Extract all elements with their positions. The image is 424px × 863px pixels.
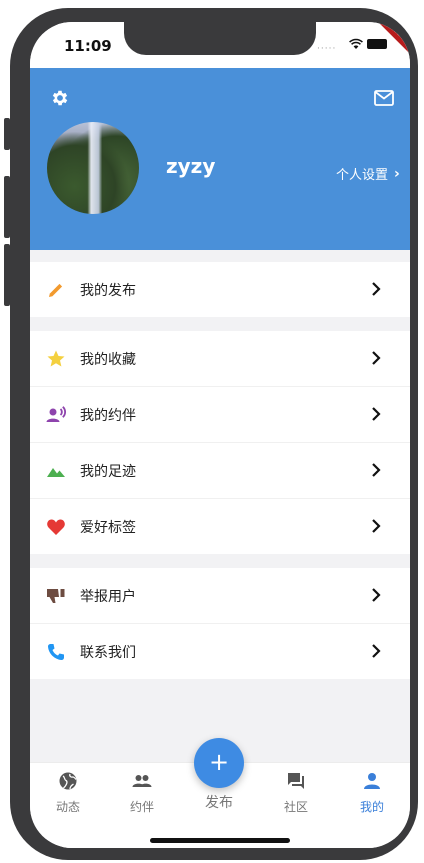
home-indicator <box>150 838 290 843</box>
tab-companion[interactable]: 约伴 <box>112 771 172 815</box>
menu-item-footprints[interactable]: 我的足迹 <box>30 443 410 499</box>
menu-item-label: 举报用户 <box>80 588 136 605</box>
menu-item-label: 爱好标签 <box>80 519 136 536</box>
status-time: 11:09 <box>64 37 112 55</box>
tab-label: 社区 <box>283 800 308 814</box>
phone-icon <box>48 644 64 660</box>
heart-icon <box>47 519 65 535</box>
forum-icon <box>288 773 304 789</box>
volume-up-button <box>4 176 10 238</box>
chevron-right-icon <box>372 588 381 602</box>
publish-fab-label: 发布 <box>205 795 233 811</box>
volume-down-button <box>4 244 10 306</box>
tab-feed[interactable]: 动态 <box>38 771 98 815</box>
menu-group-personal: 我的收藏 我的约伴 我的足迹 爱好标签 <box>30 331 410 554</box>
chevron-right-icon <box>372 282 381 296</box>
gear-icon[interactable] <box>50 88 70 108</box>
globe-icon <box>59 772 77 790</box>
menu-item-label: 联系我们 <box>80 644 136 661</box>
chevron-right-icon <box>372 407 381 421</box>
signal-dots: ····· <box>317 44 337 54</box>
menu-item-contact-us[interactable]: 联系我们 <box>30 624 410 679</box>
mail-icon[interactable] <box>374 90 394 106</box>
chevron-right-icon <box>372 644 381 658</box>
menu-item-companions[interactable]: 我的约伴 <box>30 387 410 443</box>
chevron-right-icon <box>372 463 381 477</box>
menu-item-hobby-tags[interactable]: 爱好标签 <box>30 499 410 554</box>
notch <box>124 22 316 55</box>
tab-label: 动态 <box>55 800 80 814</box>
menu-item-label: 我的收藏 <box>80 351 136 368</box>
people-icon <box>132 775 152 787</box>
pencil-icon <box>49 283 63 297</box>
chevron-right-icon <box>372 351 381 365</box>
status-bar: 11:09 ····· DEBUG <box>30 22 410 68</box>
thumb-down-icon <box>47 589 65 603</box>
chevron-right-icon <box>372 519 381 533</box>
menu-item-label: 我的发布 <box>80 282 136 299</box>
menu-group-support: 举报用户 联系我们 <box>30 568 410 679</box>
username: zyzy <box>166 154 216 178</box>
chevron-right-icon: › <box>394 165 400 182</box>
record-voice-icon <box>46 406 66 422</box>
star-icon <box>47 350 65 367</box>
tab-label: 约伴 <box>129 800 154 814</box>
screen: 11:09 ····· DEBUG zyzy 个人设置 › 我的发布 我的收藏 … <box>30 22 410 848</box>
profile-settings-link[interactable]: 个人设置 › <box>336 164 400 184</box>
menu-group-publish: 我的发布 <box>30 262 410 317</box>
landscape-icon <box>47 468 65 477</box>
tab-label: 我的 <box>359 800 384 814</box>
menu-item-my-posts[interactable]: 我的发布 <box>30 262 410 317</box>
avatar[interactable] <box>47 122 139 214</box>
profile-settings-label: 个人设置 <box>336 168 389 183</box>
profile-header: zyzy 个人设置 › <box>30 68 410 250</box>
wifi-icon <box>349 38 363 49</box>
mute-switch <box>4 118 10 150</box>
menu-item-label: 我的足迹 <box>80 463 136 480</box>
menu-item-favorites[interactable]: 我的收藏 <box>30 331 410 387</box>
publish-fab-button[interactable]: + <box>194 738 244 788</box>
tab-community[interactable]: 社区 <box>266 771 326 815</box>
menu-item-report-user[interactable]: 举报用户 <box>30 568 410 624</box>
menu-list: 我的发布 我的收藏 我的约伴 我的足迹 爱好标签 举报用户 联系我们 <box>30 262 410 693</box>
tab-mine[interactable]: 我的 <box>342 771 402 815</box>
person-icon <box>364 773 380 789</box>
battery-icon <box>367 39 387 49</box>
menu-item-label: 我的约伴 <box>80 407 136 424</box>
